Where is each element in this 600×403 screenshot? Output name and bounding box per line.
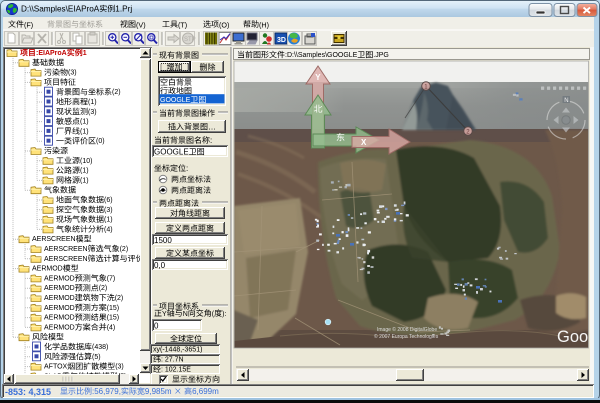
svg-text:(2): (2) xyxy=(120,246,129,253)
svg-text:GOOGLE: GOOGLE xyxy=(154,148,189,157)
svg-text:…: … xyxy=(208,123,216,132)
svg-text:AFTOX: AFTOX xyxy=(44,364,68,371)
svg-text:AERSCREEN: AERSCREEN xyxy=(44,256,88,263)
svg-text:: 27.7N: : 27.7N xyxy=(161,357,184,364)
svg-text:(2): (2) xyxy=(112,89,121,96)
svg-text:AERSCREEN: AERSCREEN xyxy=(32,236,76,243)
svg-text::56,979,: :56,979, xyxy=(92,387,121,396)
svg-text:(3): (3) xyxy=(88,109,97,116)
svg-text:(7): (7) xyxy=(107,275,116,282)
svg-text:(3): (3) xyxy=(68,70,77,77)
svg-text:GOOGLE: GOOGLE xyxy=(160,97,191,104)
svg-text:(O): (O) xyxy=(219,20,229,29)
svg-text:AERMOD: AERMOD xyxy=(44,295,75,302)
svg-text:(15): (15) xyxy=(107,315,119,322)
svg-text:0: 0 xyxy=(154,322,159,331)
svg-text:3D: 3D xyxy=(277,37,286,44)
svg-text::: : xyxy=(186,164,188,173)
svg-text:(0): (0) xyxy=(96,138,105,145)
svg-text:AERSCREEN: AERSCREEN xyxy=(44,246,88,253)
svg-text:(438): (438) xyxy=(92,344,108,351)
svg-text:N: N xyxy=(183,311,188,318)
svg-text:(6): (6) xyxy=(104,197,113,204)
svg-text:D:\\Samples\EIAProA: D:\\Samples\EIAProA xyxy=(21,5,100,14)
svg-text:AERMOD: AERMOD xyxy=(44,315,75,322)
svg-text:(H): (H) xyxy=(259,20,269,29)
svg-text:(1): (1) xyxy=(80,177,89,184)
svg-text:X: X xyxy=(361,138,367,147)
svg-text:Image © 2008 DigitalGlobe: Image © 2008 DigitalGlobe xyxy=(377,326,437,333)
svg-text:(4): (4) xyxy=(107,324,116,331)
svg-text:(3): (3) xyxy=(115,364,124,371)
svg-text:Y: Y xyxy=(315,73,321,82)
svg-text:(3): (3) xyxy=(104,207,113,214)
svg-text:© 2007 Europa Technologies: © 2007 Europa Technologies xyxy=(374,333,439,340)
svg-text:9,985m: 9,985m xyxy=(145,387,172,396)
svg-text:AERMOD: AERMOD xyxy=(44,324,75,331)
svg-text:AERMOD: AERMOD xyxy=(44,285,75,292)
svg-text:(F): (F) xyxy=(24,20,33,29)
svg-text:(4): (4) xyxy=(104,226,113,233)
svg-text:AERMOD: AERMOD xyxy=(32,266,63,273)
svg-text:N: N xyxy=(564,98,568,104)
svg-text:AERMOD: AERMOD xyxy=(44,275,75,282)
svg-text:1: 1 xyxy=(83,50,87,57)
svg-text:xy(-1448,-3651): xy(-1448,-3651) xyxy=(153,347,202,354)
svg-text:(2): (2) xyxy=(115,295,124,302)
svg-text:(1): (1) xyxy=(88,99,97,106)
svg-text:0,0: 0,0 xyxy=(154,261,166,270)
svg-text:(1): (1) xyxy=(104,217,113,224)
svg-text::D:\\Samples\GOOGLE: :D:\\Samples\GOOGLE xyxy=(285,52,358,59)
svg-text:(V): (V) xyxy=(136,20,146,29)
svg-text:1500: 1500 xyxy=(154,236,172,245)
svg-text:6,699m: 6,699m xyxy=(192,387,219,396)
svg-text:AERMOD: AERMOD xyxy=(44,305,75,312)
svg-text::EIAProA: :EIAProA xyxy=(36,50,67,57)
svg-text:STP: STP xyxy=(184,37,196,43)
svg-text::: : xyxy=(210,136,212,145)
svg-text:-853: 4,315: -853: 4,315 xyxy=(5,387,51,397)
svg-text:.JPG: .JPG xyxy=(373,52,389,59)
svg-text:Y: Y xyxy=(162,311,167,318)
svg-text:):: ): xyxy=(222,311,226,318)
svg-text:(1): (1) xyxy=(80,119,89,126)
svg-text:: 102.15E: : 102.15E xyxy=(161,367,191,374)
svg-text:(10): (10) xyxy=(80,158,92,165)
svg-text:(15): (15) xyxy=(107,305,119,312)
svg-text:(1): (1) xyxy=(80,128,89,135)
svg-text:(1): (1) xyxy=(80,168,89,175)
svg-text:1.Prj: 1.Prj xyxy=(115,5,132,14)
svg-text:(T): (T) xyxy=(178,20,187,29)
svg-text:(2): (2) xyxy=(99,285,108,292)
svg-text:(5): (5) xyxy=(92,354,101,361)
